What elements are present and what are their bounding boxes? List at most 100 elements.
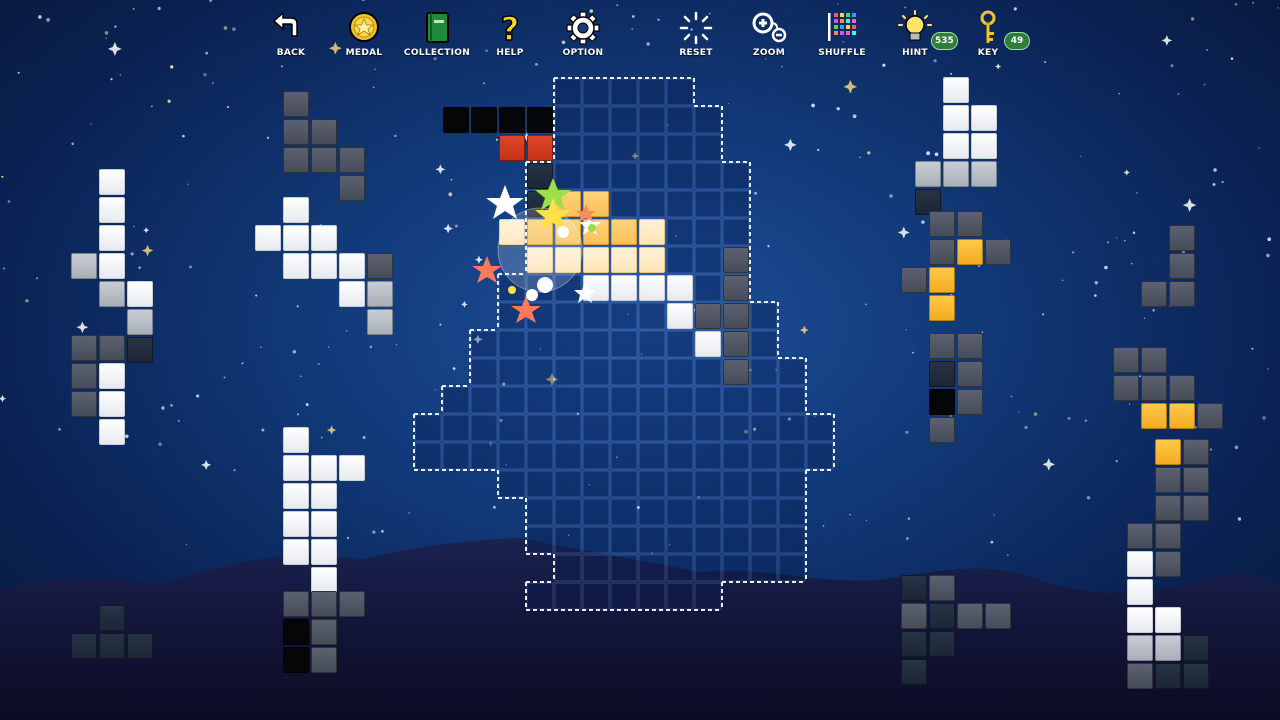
piece-block xyxy=(283,511,309,537)
collection-button[interactable]: COLLECTION xyxy=(402,10,472,58)
piece-block xyxy=(1141,347,1167,373)
piece-block xyxy=(1127,579,1153,605)
piece-block xyxy=(929,417,955,443)
book-icon xyxy=(426,12,449,43)
key-count-badge: 49 xyxy=(1004,32,1030,50)
piece-block xyxy=(971,105,997,131)
piece-block xyxy=(1127,551,1153,577)
piece-block xyxy=(943,105,969,131)
piece-block xyxy=(1113,347,1139,373)
medal-button[interactable]: MEDAL xyxy=(329,10,399,58)
option-button[interactable]: OPTION xyxy=(548,10,618,58)
help-label: HELP xyxy=(496,48,524,58)
piece-block xyxy=(929,333,955,359)
piece-block xyxy=(283,225,309,251)
piece-block xyxy=(339,175,365,201)
piece-block xyxy=(367,281,393,307)
piece-block xyxy=(667,275,693,301)
piece-block xyxy=(71,253,97,279)
back-button[interactable]: BACK xyxy=(256,10,326,58)
piece-block xyxy=(283,197,309,223)
piece-block xyxy=(1169,281,1195,307)
piece-block xyxy=(1183,663,1209,689)
reset-label: RESET xyxy=(679,48,713,58)
piece-block xyxy=(611,219,637,245)
piece-block xyxy=(723,275,749,301)
piece-block xyxy=(901,267,927,293)
piece-block xyxy=(1169,375,1195,401)
back-arrow-icon xyxy=(272,11,298,37)
piece-block xyxy=(1155,467,1181,493)
piece-block xyxy=(1155,607,1181,633)
piece-block xyxy=(915,161,941,187)
piece-block xyxy=(1155,439,1181,465)
piece-block xyxy=(723,331,749,357)
piece-block xyxy=(611,275,637,301)
piece-block xyxy=(339,455,365,481)
piece-block xyxy=(499,219,525,245)
piece-block xyxy=(667,303,693,329)
reset-button[interactable]: RESET xyxy=(661,10,731,58)
piece-block xyxy=(583,219,609,245)
piece-block xyxy=(339,147,365,173)
piece-block xyxy=(99,281,125,307)
piece-block xyxy=(367,309,393,335)
key-button[interactable]: 49 KEY xyxy=(953,10,1030,58)
piece-block xyxy=(499,135,525,161)
piece-block xyxy=(99,419,125,445)
help-button[interactable]: ? HELP xyxy=(475,9,545,58)
piece-block xyxy=(1183,467,1209,493)
piece-block xyxy=(639,219,665,245)
piece-block xyxy=(1197,403,1223,429)
piece-block xyxy=(283,427,309,453)
piece-block xyxy=(1127,663,1153,689)
piece-block xyxy=(499,107,525,133)
piece-block xyxy=(1127,523,1153,549)
piece-block xyxy=(957,361,983,387)
piece-block xyxy=(901,603,927,629)
piece-block xyxy=(639,275,665,301)
piece-block xyxy=(471,107,497,133)
piece-block xyxy=(99,253,125,279)
question-icon: ? xyxy=(500,9,520,49)
piece-block xyxy=(901,659,927,685)
piece-block xyxy=(255,225,281,251)
piece-block xyxy=(339,281,365,307)
piece-block xyxy=(957,603,983,629)
gear-icon xyxy=(566,11,600,45)
piece-block xyxy=(943,133,969,159)
piece-block xyxy=(99,335,125,361)
piece-block xyxy=(127,281,153,307)
puzzle-board[interactable] xyxy=(0,0,1280,720)
piece-block xyxy=(311,591,337,617)
piece-block xyxy=(127,633,153,659)
piece-block xyxy=(1141,403,1167,429)
piece-block xyxy=(99,633,125,659)
piece-block xyxy=(311,567,337,593)
piece-block xyxy=(957,239,983,265)
shuffle-button[interactable]: SHUFFLE xyxy=(807,10,877,58)
piece-block xyxy=(527,191,553,217)
piece-block xyxy=(1155,551,1181,577)
zoom-button[interactable]: ZOOM xyxy=(734,10,804,58)
piece-block xyxy=(985,239,1011,265)
piece-block xyxy=(1155,635,1181,661)
piece-block xyxy=(283,539,309,565)
piece-block xyxy=(71,391,97,417)
piece-block xyxy=(1141,375,1167,401)
piece-block xyxy=(943,161,969,187)
piece-block xyxy=(99,391,125,417)
piece-block xyxy=(443,107,469,133)
piece-block xyxy=(339,591,365,617)
piece-block xyxy=(555,191,581,217)
piece-block xyxy=(943,77,969,103)
piece-block xyxy=(311,225,337,251)
piece-block xyxy=(339,253,365,279)
piece-block xyxy=(99,363,125,389)
piece-block xyxy=(583,191,609,217)
piece-block xyxy=(929,575,955,601)
piece-block xyxy=(583,275,609,301)
reset-icon xyxy=(679,11,713,45)
hint-button[interactable]: 535 HINT xyxy=(880,10,958,58)
piece-block xyxy=(527,135,553,161)
